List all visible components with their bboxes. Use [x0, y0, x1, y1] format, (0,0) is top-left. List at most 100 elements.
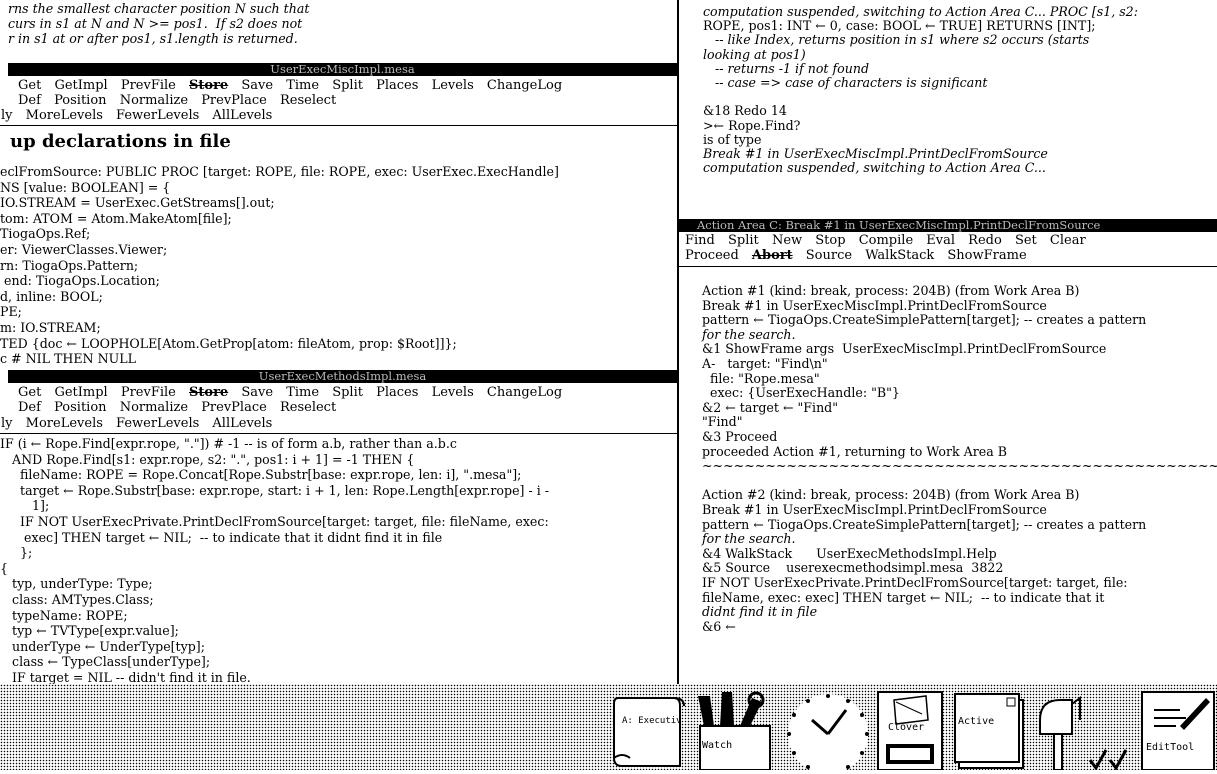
window-title-usermiscimpl[interactable]: UserExecMiscImpl.mesa	[8, 63, 677, 76]
text-line: rn: TiogaOps.Pattern;	[0, 257, 139, 273]
watch-label: Watch	[702, 740, 733, 751]
menu-reselect[interactable]: Reselect	[280, 93, 336, 108]
menu-position[interactable]: Position	[54, 93, 106, 108]
divider	[0, 433, 677, 434]
text-line: d, inline: BOOL;	[0, 288, 103, 304]
menu-showframe[interactable]: ShowFrame	[947, 248, 1026, 263]
menu-levels[interactable]: Levels	[432, 78, 474, 93]
text-line: underType ← UnderType[typ];	[0, 638, 205, 654]
text-line: TED {doc ← LOOPHOLE[Atom.GetProp[atom: f…	[0, 335, 457, 351]
menu-find[interactable]: Find	[685, 233, 715, 248]
menu-prevplace[interactable]: PrevPlace	[201, 400, 267, 415]
menu-morelevels[interactable]: MoreLevels	[26, 108, 103, 123]
menu-walkstack[interactable]: WalkStack	[865, 248, 934, 263]
menu-prevfile[interactable]: PrevFile	[121, 78, 176, 93]
menu-time[interactable]: Time	[286, 385, 319, 400]
text-line: exec] THEN target ← NIL; -- to indicate …	[0, 529, 443, 545]
menu-split[interactable]: Split	[332, 78, 363, 93]
text-line: IF target = NIL -- didn't find it in fil…	[0, 670, 251, 684]
text-line: -- like Index, returns position in s1 wh…	[703, 32, 1090, 48]
menu-clear[interactable]: Clear	[1050, 233, 1086, 248]
text-line: {	[0, 560, 9, 576]
menu-source[interactable]: Source	[806, 248, 852, 263]
text-line: exec: {UserExecHandle: "B"}	[702, 385, 900, 401]
menu-compile[interactable]: Compile	[859, 233, 913, 248]
action-menu-row2: Proceed Abort Source WalkStack ShowFrame	[685, 249, 1036, 263]
menu-changelog[interactable]: ChangeLog	[487, 385, 562, 400]
text-line: er: ViewerClasses.Viewer;	[0, 242, 168, 257]
menu-new[interactable]: New	[772, 233, 802, 248]
text-line: >← Rope.Find?	[703, 117, 801, 133]
menu-split[interactable]: Split	[728, 233, 759, 248]
menu-places[interactable]: Places	[376, 78, 418, 93]
text-line: target ← Rope.Substr[base: expr.rope, st…	[0, 482, 549, 498]
text-line: c # NIL THEN NULL	[0, 351, 136, 367]
menu-get[interactable]: Get	[18, 78, 41, 93]
action-area-content[interactable]: Action #1 (kind: break, process: 204B) (…	[679, 268, 1217, 684]
menu-levels[interactable]: Levels	[432, 385, 474, 400]
text-line: &4 WalkStack UserExecMethodsImpl.Help	[702, 545, 997, 561]
menu-split[interactable]: Split	[332, 385, 363, 400]
menu-alllevels[interactable]: AllLevels	[212, 108, 272, 123]
window1-content[interactable]: up declarations in file eclFromSource: P…	[0, 127, 677, 369]
menu-normalize[interactable]: Normalize	[120, 400, 188, 415]
menu-set[interactable]: Set	[1015, 233, 1037, 248]
menu-position[interactable]: Position	[54, 400, 106, 415]
menu-def[interactable]: Def	[18, 400, 41, 415]
text-line: typ ← TVType[expr.value];	[0, 623, 179, 639]
menu-getimpl[interactable]: GetImpl	[54, 78, 107, 93]
menu-store[interactable]: Store	[189, 385, 228, 400]
text-line: end: TiogaOps.Location;	[0, 273, 160, 289]
menu-ly[interactable]: ly	[1, 108, 13, 123]
mailbox-icon[interactable]	[1030, 690, 1130, 771]
text-line: for the search.	[702, 326, 796, 342]
menu-store[interactable]: Store	[189, 78, 228, 93]
text-line: class: AMTypes.Class;	[0, 592, 154, 607]
menu-changelog[interactable]: ChangeLog	[487, 78, 562, 93]
text-line: -- returns -1 if not found	[703, 60, 870, 76]
menu-save[interactable]: Save	[241, 385, 273, 400]
menu-prevfile[interactable]: PrevFile	[121, 385, 176, 400]
text-line: pattern ← TiogaOps.CreateSimplePattern[t…	[702, 516, 1147, 532]
menu-proceed[interactable]: Proceed	[685, 248, 739, 263]
menu-fewerlevels[interactable]: FewerLevels	[116, 108, 199, 123]
menu-getimpl[interactable]: GetImpl	[54, 385, 107, 400]
menu-normalize[interactable]: Normalize	[120, 93, 188, 108]
text-line: IF NOT UserExecPrivate.PrintDeclFromSour…	[0, 514, 549, 529]
text-line: A- target: "Find\n"	[702, 356, 828, 371]
menu-alllevels[interactable]: AllLevels	[212, 416, 272, 431]
menu-prevplace[interactable]: PrevPlace	[201, 93, 267, 108]
menu-reselect[interactable]: Reselect	[280, 400, 336, 415]
menu-places[interactable]: Places	[376, 385, 418, 400]
text-line: Break #1 in UserExecMiscImpl.PrintDeclFr…	[702, 297, 1047, 313]
text-line: fileName: ROPE = Rope.Concat[Rope.Substr…	[0, 467, 522, 483]
text-line: proceeded Action #1, returning to Work A…	[702, 443, 1007, 459]
section-heading: up declarations in file	[10, 131, 231, 152]
right-top-pane[interactable]: computation suspended, switching to Acti…	[679, 0, 1217, 216]
text-line: looking at pos1)	[703, 46, 806, 62]
window1-menu-row3: ly MoreLevels FewerLevels AllLevels	[1, 109, 281, 123]
menu-save[interactable]: Save	[241, 78, 273, 93]
menu-eval[interactable]: Eval	[926, 233, 955, 248]
menu-ly[interactable]: ly	[1, 416, 13, 431]
text-line: pattern ← TiogaOps.CreateSimplePattern[t…	[702, 312, 1147, 328]
edittool-icon[interactable]	[1140, 688, 1216, 771]
text-line: &3 Proceed	[702, 429, 778, 444]
menu-time[interactable]: Time	[286, 78, 319, 93]
watch-tools-icon[interactable]	[692, 688, 778, 771]
menu-abort[interactable]: Abort	[752, 248, 793, 263]
menu-def[interactable]: Def	[18, 93, 41, 108]
menu-redo[interactable]: Redo	[968, 233, 1002, 248]
executive-scroll-icon[interactable]	[610, 692, 688, 770]
menu-fewerlevels[interactable]: FewerLevels	[116, 416, 199, 431]
clock-icon[interactable]	[782, 690, 874, 774]
menu-stop[interactable]: Stop	[815, 233, 845, 248]
window2-content[interactable]: IF (i ← Rope.Find[expr.rope, "."]) # -1 …	[0, 435, 677, 684]
menu-get[interactable]: Get	[18, 385, 41, 400]
action-area-title[interactable]: Action Area C: Break #1 in UserExecMiscI…	[679, 219, 1217, 232]
doc-line: curs in s1 at N and N >= pos1. If s2 doe…	[8, 16, 303, 31]
window-title-userexecmethodsimpl[interactable]: UserExecMethodsImpl.mesa	[8, 370, 677, 383]
text-line: Break #1 in UserExecMiscImpl.PrintDeclFr…	[703, 146, 1048, 161]
menu-morelevels[interactable]: MoreLevels	[26, 416, 103, 431]
active-inbox-icon[interactable]	[953, 690, 1029, 770]
